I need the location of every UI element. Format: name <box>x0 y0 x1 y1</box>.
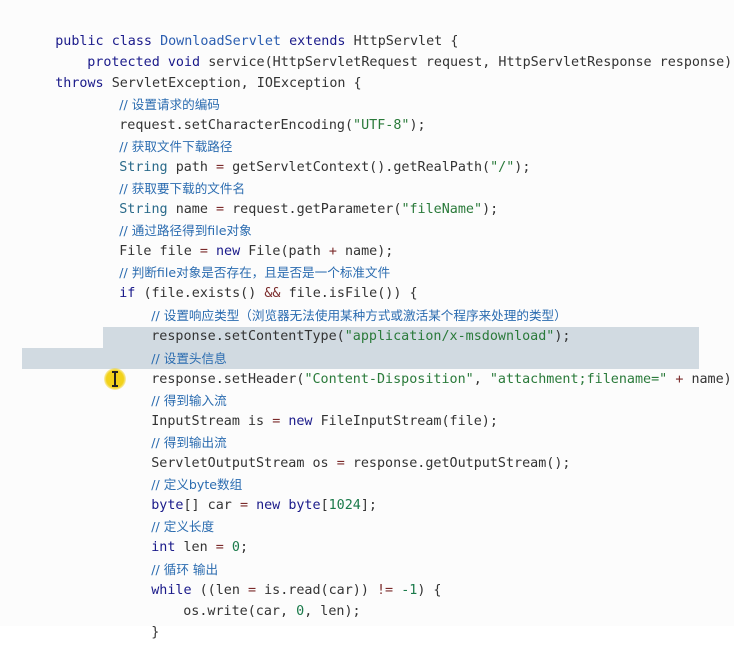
code-text: ); <box>482 202 499 217</box>
code-text: ; <box>239 540 248 555</box>
code-text: , len); <box>304 604 361 619</box>
code-line-27[interactable]: while ((len = is.read(car)) != -1) { <box>119 559 441 598</box>
code-line-22[interactable]: // 定义byte数组 <box>119 453 242 492</box>
code-text: ); <box>514 160 531 175</box>
code-line-10[interactable]: // 通过路径得到file对象 <box>87 199 251 238</box>
code-text: [ <box>320 498 329 513</box>
number-literal: 1024 <box>328 498 361 513</box>
string-literal: "application/x-msdownload" <box>344 329 555 344</box>
string-literal: "Content-Disposition" <box>304 372 474 387</box>
operator: = <box>239 498 248 513</box>
code-line-19[interactable]: InputStream is = new FileInputStream(fil… <box>119 390 498 429</box>
code-line-13[interactable]: if (file.exists() && file.isFile()) { <box>87 262 417 301</box>
code-line-7[interactable]: String path = getServletContext().getRea… <box>87 136 530 175</box>
code-text: os.write(car, <box>183 604 289 619</box>
code-line-8[interactable]: // 获取要下载的文件名 <box>87 157 245 196</box>
close-brace: } <box>151 625 160 640</box>
code-line-4[interactable]: // 设置请求的编码 <box>87 73 220 112</box>
code-text: , <box>473 372 482 387</box>
code-line-25[interactable]: int len = 0; <box>119 516 248 555</box>
string-literal: "attachment;filename=" <box>489 372 668 387</box>
number-literal: -1 <box>401 583 418 598</box>
code-text: ); <box>554 329 571 344</box>
code-line-28[interactable]: os.write(car, 0, len); <box>151 580 360 619</box>
i-beam-icon <box>112 371 118 387</box>
code-text: ); <box>409 118 426 133</box>
code-line-16[interactable]: // 设置头信息 <box>119 327 226 366</box>
code-line-9[interactable]: String name = request.getParameter("file… <box>87 178 498 217</box>
operator: + <box>675 372 684 387</box>
number-literal: 0 <box>296 604 305 619</box>
code-line-12[interactable]: // 判断file对象是否存在，且是否是一个标准文件 <box>87 241 390 280</box>
keyword-new: new <box>288 414 313 429</box>
keyword-new: new <box>256 498 281 513</box>
number-literal: 0 <box>231 540 240 555</box>
code-line-3[interactable]: throws ServletException, IOException { <box>23 52 361 91</box>
code-line-26[interactable]: // 循环 输出 <box>119 538 218 577</box>
code-line-14[interactable]: // 设置响应类型（浏览器无法使用某种方式或激活某个程序来处理的类型） <box>119 284 567 323</box>
code-line-11[interactable]: File file = new File(path + name); <box>87 220 393 259</box>
operator: = <box>272 414 281 429</box>
code-line-18[interactable]: // 得到输入流 <box>119 369 226 408</box>
code-text: request.getParameter( <box>232 202 402 217</box>
code-text: response.getOutputStream(); <box>352 456 571 471</box>
code-editor[interactable]: public class DownloadServlet extends Htt… <box>0 0 734 640</box>
code-text: getServletContext().getRealPath( <box>232 160 491 175</box>
keyword-byte: byte <box>288 498 321 513</box>
code-line-5[interactable]: request.setCharacterEncoding("UTF-8"); <box>87 94 425 133</box>
code-line-23[interactable]: byte[] car = new byte[1024]; <box>119 474 377 513</box>
string-literal: "/" <box>490 160 515 175</box>
code-line-17[interactable]: response.setHeader("Content-Disposition"… <box>119 348 734 387</box>
code-line-15[interactable]: response.setContentType("application/x-m… <box>119 305 570 344</box>
code-line-1[interactable]: public class DownloadServlet extends Htt… <box>23 10 458 49</box>
code-text: FileInputStream(file); <box>320 414 498 429</box>
string-literal: "fileName" <box>401 202 483 217</box>
code-text: ) { <box>417 583 442 598</box>
code-text: name); <box>691 372 734 387</box>
code-line-21[interactable]: ServletOutputStream os = response.getOut… <box>119 432 570 471</box>
string-literal: "UTF-8" <box>353 118 410 133</box>
code-line-24[interactable]: // 定义长度 <box>119 495 214 534</box>
code-text: ]; <box>360 498 377 513</box>
code-line-2[interactable]: protected void service(HttpServletReques… <box>55 31 732 70</box>
operator: = <box>336 456 345 471</box>
operator: != <box>377 583 394 598</box>
code-line-20[interactable]: // 得到输出流 <box>119 411 226 450</box>
text-cursor-icon <box>104 368 130 394</box>
code-line-29[interactable]: } <box>119 601 159 640</box>
code-line-6[interactable]: // 获取文件下载路径 <box>87 115 232 154</box>
